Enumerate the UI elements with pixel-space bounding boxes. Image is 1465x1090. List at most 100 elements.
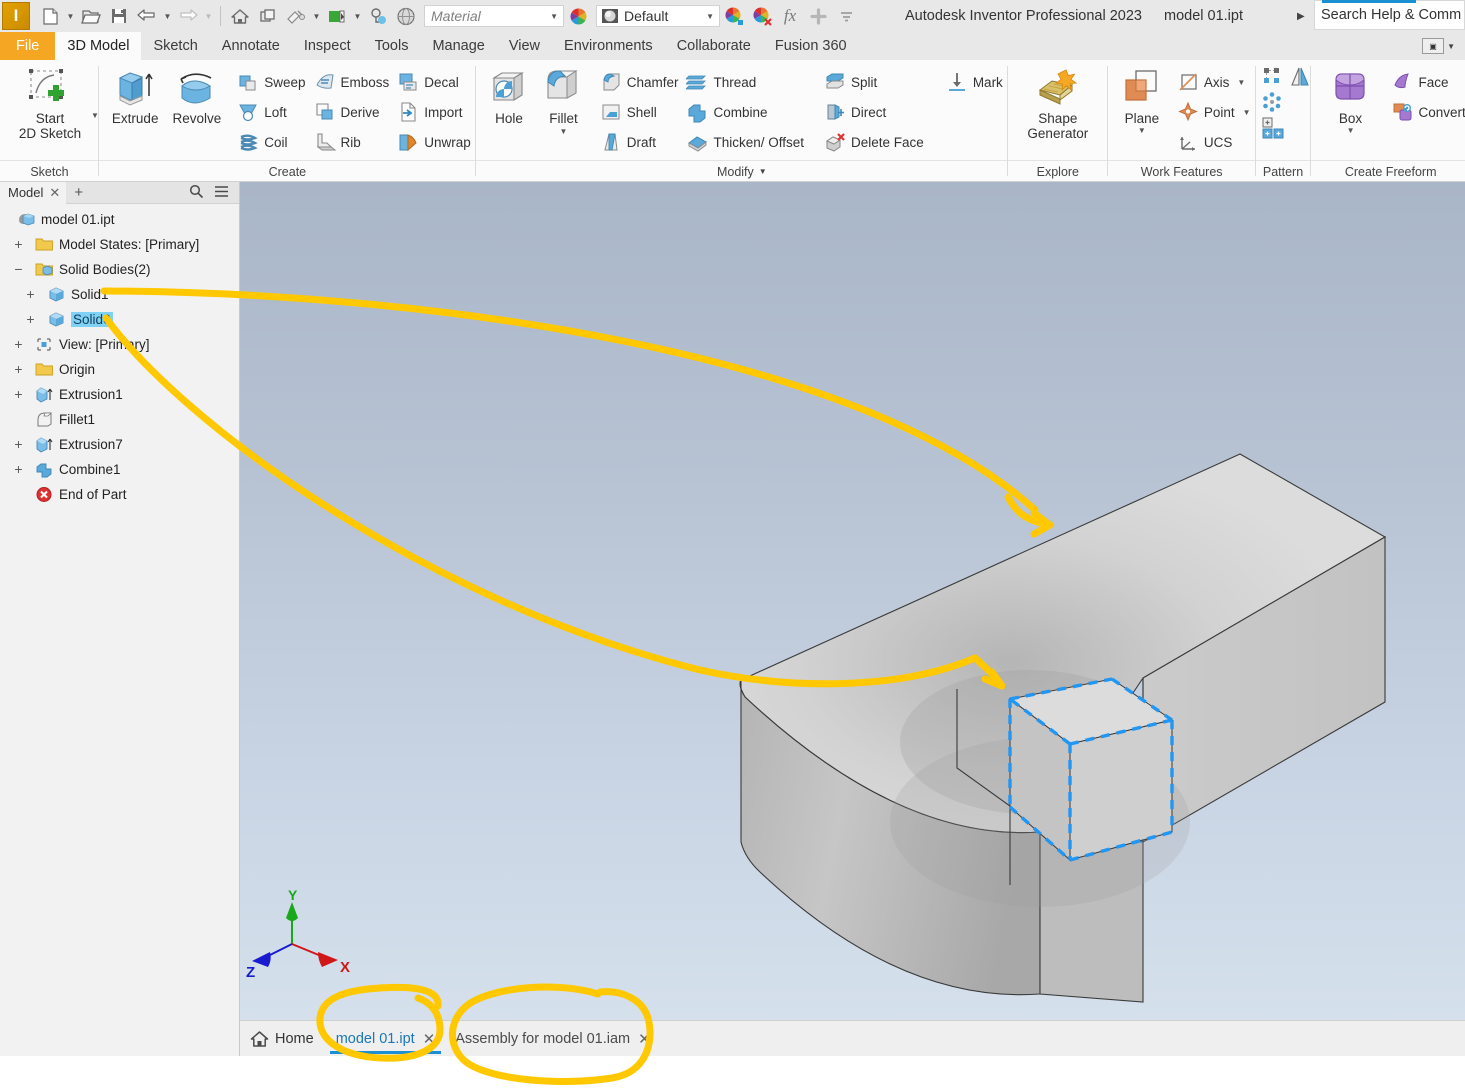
tree-item-part[interactable]: model 01.ipt — [0, 207, 239, 232]
tree-item-origin[interactable]: + Origin — [0, 357, 239, 382]
sketch-driven-pattern-icon[interactable] — [1261, 117, 1284, 139]
fillet-button[interactable]: Fillet ▼ — [536, 65, 590, 136]
search-icon[interactable] — [189, 184, 204, 202]
undo-dropdown-caret[interactable]: ▼ — [161, 2, 174, 30]
mark-button[interactable]: Mark — [943, 67, 1008, 97]
tree-item-model-states[interactable]: + Model States: [Primary] — [0, 232, 239, 257]
rib-button[interactable]: Rib — [311, 127, 395, 157]
expand-toggle[interactable]: + — [12, 462, 25, 476]
new-dropdown-caret[interactable]: ▼ — [64, 2, 77, 30]
derive-button[interactable]: Derive — [311, 97, 395, 127]
browser-tab-model[interactable]: Model ✕ — [0, 181, 67, 204]
thread-button[interactable]: Thread — [683, 67, 809, 97]
material-dropdown-caret[interactable]: ▼ — [351, 2, 364, 30]
hamburger-menu-icon[interactable] — [214, 185, 229, 201]
ucs-button[interactable]: UCS — [1174, 127, 1256, 157]
clear-appearance-icon[interactable] — [748, 2, 776, 30]
fillet-dropdown-caret[interactable]: ▼ — [560, 127, 568, 136]
start-2d-sketch-button[interactable]: Start 2D Sketch — [0, 65, 100, 141]
point-button[interactable]: Point ▼ — [1174, 97, 1256, 127]
plane-button[interactable]: Plane ▼ — [1112, 65, 1172, 135]
ribbon-options-caret-icon[interactable]: ▼ — [1447, 42, 1455, 51]
new-icon[interactable] — [36, 2, 64, 30]
open-icon[interactable] — [77, 2, 105, 30]
updates-icon[interactable] — [364, 2, 392, 30]
close-icon[interactable]: ✕ — [423, 1030, 436, 1048]
tree-item-solid1[interactable]: + Solid1 — [0, 282, 239, 307]
material-select[interactable]: Material ▼ — [424, 5, 564, 27]
tree-item-combine1[interactable]: + Combine1 — [0, 457, 239, 482]
extrude-button[interactable]: Extrude — [105, 65, 166, 126]
tree-item-extrusion7[interactable]: + Extrusion7 — [0, 432, 239, 457]
appearance-icon[interactable] — [282, 2, 310, 30]
shell-button[interactable]: Shell — [597, 97, 684, 127]
home-tab[interactable]: Home — [240, 1030, 326, 1048]
tab-fusion-360[interactable]: Fusion 360 — [763, 32, 859, 60]
chamfer-button[interactable]: Chamfer — [597, 67, 684, 97]
tree-item-fillet1[interactable]: Fillet1 — [0, 407, 239, 432]
expand-toggle[interactable]: + — [24, 287, 37, 301]
tab-annotate[interactable]: Annotate — [210, 32, 292, 60]
decal-button[interactable]: Decal — [394, 67, 476, 97]
coil-button[interactable]: Coil — [234, 127, 310, 157]
appearance-select[interactable]: Default ▼ — [596, 5, 720, 27]
revolve-button[interactable]: Revolve — [165, 65, 228, 126]
delete-face-button[interactable]: Delete Face — [821, 127, 929, 157]
combine-button[interactable]: Combine — [683, 97, 809, 127]
tree-item-view[interactable]: + View: [Primary] — [0, 332, 239, 357]
search-input[interactable]: Search Help & Comm — [1314, 0, 1465, 30]
axis-button[interactable]: Axis ▼ — [1174, 67, 1256, 97]
qat-overflow-icon[interactable] — [832, 2, 860, 30]
draft-button[interactable]: Draft — [597, 127, 684, 157]
tab-view[interactable]: View — [497, 32, 552, 60]
3d-viewport[interactable]: Z X Y — [240, 182, 1465, 1020]
expand-toggle[interactable]: + — [12, 362, 25, 376]
unwrap-button[interactable]: Unwrap — [394, 127, 476, 157]
start-2d-sketch-dropdown-caret[interactable]: ▼ — [91, 111, 99, 120]
save-icon[interactable] — [105, 2, 133, 30]
plane-dropdown-caret[interactable]: ▼ — [1138, 126, 1146, 135]
redo-dropdown-caret[interactable]: ▼ — [202, 2, 215, 30]
mirror-icon[interactable] — [1289, 65, 1311, 87]
close-icon[interactable]: ✕ — [49, 185, 60, 201]
tree-item-solid6[interactable]: + Solid6 — [0, 307, 239, 332]
project-icon[interactable] — [254, 2, 282, 30]
expand-toggle[interactable]: + — [24, 312, 37, 326]
import-button[interactable]: Import — [394, 97, 476, 127]
expand-toggle[interactable]: + — [12, 387, 25, 401]
modify-panel-caret-icon[interactable]: ▼ — [759, 167, 767, 176]
loft-button[interactable]: Loft — [234, 97, 310, 127]
tree-item-extrusion1[interactable]: + Extrusion1 — [0, 382, 239, 407]
doc-tab-assembly[interactable]: Assembly for model 01.iam ✕ — [445, 1022, 660, 1056]
home-icon[interactable] — [226, 2, 254, 30]
freeform-box-button[interactable]: Box ▼ — [1319, 65, 1383, 135]
material-green-icon[interactable] — [323, 2, 351, 30]
tab-tools[interactable]: Tools — [363, 32, 421, 60]
split-button[interactable]: Split — [821, 67, 929, 97]
close-icon[interactable]: ✕ — [638, 1030, 651, 1048]
color-wheel-icon[interactable] — [564, 2, 592, 30]
expand-toggle[interactable]: + — [12, 437, 25, 451]
add-to-qat-icon[interactable] — [804, 2, 832, 30]
appearance-dropdown-caret[interactable]: ▼ — [310, 2, 323, 30]
freeform-face-button[interactable]: Face — [1389, 67, 1465, 97]
hole-button[interactable]: Hole — [482, 65, 536, 126]
tab-3d-model[interactable]: 3D Model — [55, 32, 142, 60]
shape-generator-button[interactable]: Shape Generator — [1008, 65, 1108, 141]
doc-tab-model-01[interactable]: model 01.ipt ✕ — [326, 1022, 446, 1056]
emboss-button[interactable]: Emboss — [311, 67, 395, 97]
add-browser-tab-icon[interactable]: + — [66, 184, 91, 201]
tree-item-solid-bodies[interactable]: − Solid Bodies(2) — [0, 257, 239, 282]
thicken-offset-button[interactable]: Thicken/ Offset — [683, 127, 809, 157]
circular-pattern-icon[interactable] — [1261, 91, 1283, 113]
expand-toggle[interactable]: + — [12, 337, 25, 351]
tab-sketch[interactable]: Sketch — [141, 32, 209, 60]
tab-environments[interactable]: Environments — [552, 32, 665, 60]
point-dropdown-caret[interactable]: ▼ — [1243, 108, 1251, 117]
direct-button[interactable]: Direct — [821, 97, 929, 127]
freeform-box-dropdown-caret[interactable]: ▼ — [1347, 126, 1355, 135]
tab-manage[interactable]: Manage — [420, 32, 496, 60]
tab-inspect[interactable]: Inspect — [292, 32, 363, 60]
undo-icon[interactable] — [133, 2, 161, 30]
tab-file[interactable]: File — [0, 32, 56, 60]
